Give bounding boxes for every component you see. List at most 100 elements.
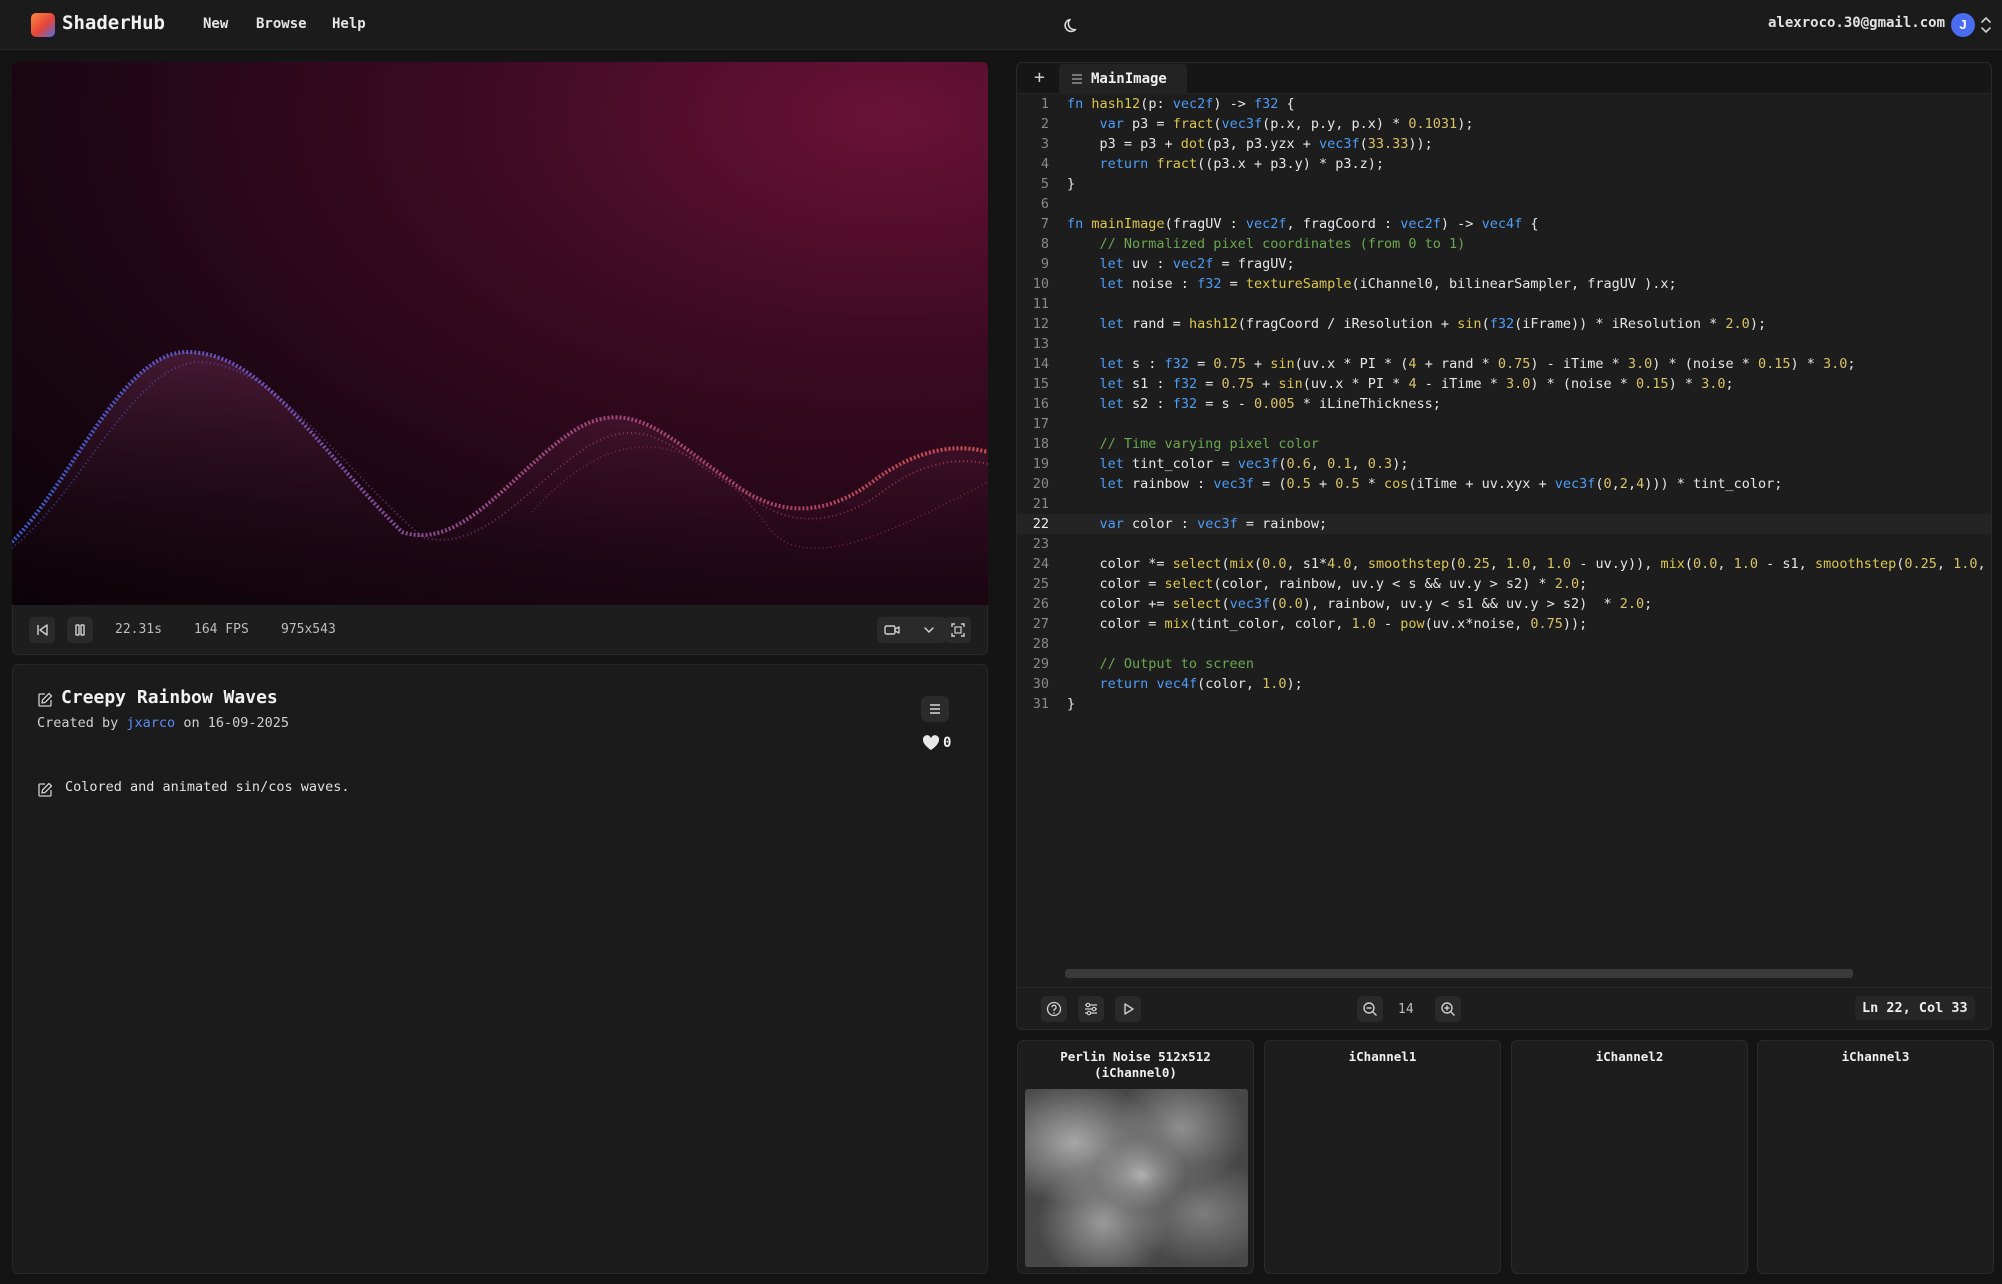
heart-icon[interactable] (922, 735, 940, 751)
code-line[interactable]: 22 var color : vec3f = rainbow; (1017, 514, 1991, 534)
code-text-area[interactable]: 1 fn hash12(p: vec2f) -> f32 {2 var p3 = … (1017, 94, 1991, 754)
code-text[interactable]: // Output to screen (1067, 654, 1254, 674)
theme-toggle-icon[interactable] (1062, 15, 1082, 35)
perlin-noise-texture[interactable] (1025, 1089, 1248, 1267)
code-text[interactable]: color = select(color, rainbow, uv.y < s … (1067, 574, 1588, 594)
code-line[interactable]: 23 (1017, 534, 1991, 554)
code-text[interactable]: return vec4f(color, 1.0); (1067, 674, 1303, 694)
code-line[interactable]: 1 fn hash12(p: vec2f) -> f32 { (1017, 94, 1991, 114)
channel-slot-3[interactable]: iChannel3 (1757, 1040, 1994, 1274)
code-text[interactable]: let s1 : f32 = 0.75 + sin(uv.x * PI * 4 … (1067, 374, 1734, 394)
code-text[interactable]: let rainbow : vec3f = (0.5 + 0.5 * cos(i… (1067, 474, 1783, 494)
video-camera-icon[interactable] (884, 623, 900, 637)
line-number: 9 (1040, 256, 1049, 272)
avatar[interactable]: J (1951, 13, 1975, 37)
code-line[interactable]: 21 (1017, 494, 1991, 514)
code-text[interactable]: var color : vec3f = rainbow; (1067, 514, 1328, 534)
help-button[interactable] (1041, 996, 1067, 1022)
line-number: 22 (1032, 516, 1049, 532)
code-text[interactable]: color += select(vec3f(0.0), rainbow, uv.… (1067, 594, 1653, 614)
line-number: 24 (1032, 556, 1049, 572)
code-line[interactable]: 3 p3 = p3 + dot(p3, p3.yzx + vec3f(33.33… (1017, 134, 1991, 154)
edit-description-icon[interactable] (37, 782, 53, 798)
code-line[interactable]: 24 color *= select(mix(0.0, s1*4.0, smoo… (1017, 554, 1991, 574)
code-line[interactable]: 4 return fract((p3.x + p3.y) * p3.z); (1017, 154, 1991, 174)
code-line[interactable]: 18 // Time varying pixel color (1017, 434, 1991, 454)
code-line[interactable]: 19 let tint_color = vec3f(0.6, 0.1, 0.3)… (1017, 454, 1991, 474)
brand-name[interactable]: ShaderHub (62, 12, 165, 34)
code-text[interactable]: let s : f32 = 0.75 + sin(uv.x * PI * (4 … (1067, 354, 1856, 374)
compile-run-button[interactable] (1115, 996, 1141, 1022)
code-line[interactable]: 29 // Output to screen (1017, 654, 1991, 674)
settings-button[interactable] (1078, 996, 1104, 1022)
code-text[interactable]: return fract((p3.x + p3.y) * p3.z); (1067, 154, 1385, 174)
shader-preview-canvas[interactable] (12, 62, 988, 605)
code-text[interactable]: color *= select(mix(0.0, s1*4.0, smooths… (1067, 554, 1986, 574)
code-text[interactable]: } (1067, 694, 1075, 714)
horizontal-scrollbar[interactable] (1065, 969, 1853, 978)
pause-button[interactable] (67, 617, 93, 643)
code-text[interactable]: let tint_color = vec3f(0.6, 0.1, 0.3); (1067, 454, 1409, 474)
code-line[interactable]: 26 color += select(vec3f(0.0), rainbow, … (1017, 594, 1991, 614)
code-line[interactable]: 13 (1017, 334, 1991, 354)
line-number: 21 (1032, 496, 1049, 512)
code-line[interactable]: 11 (1017, 294, 1991, 314)
logo-icon[interactable] (31, 13, 55, 37)
code-text[interactable]: fn hash12(p: vec2f) -> f32 { (1067, 94, 1295, 114)
code-text[interactable]: } (1067, 174, 1075, 194)
code-line[interactable]: 6 (1017, 194, 1991, 214)
font-size-value: 14 (1398, 1002, 1414, 1017)
channel-slot-2[interactable]: iChannel2 (1511, 1040, 1748, 1274)
line-number: 23 (1032, 536, 1049, 552)
chevron-down-icon[interactable] (923, 625, 935, 635)
code-text[interactable]: let noise : f32 = textureSample(iChannel… (1067, 274, 1677, 294)
tab-mainimage[interactable]: MainImage (1059, 64, 1187, 94)
code-text[interactable]: p3 = p3 + dot(p3, p3.yzx + vec3f(33.33))… (1067, 134, 1433, 154)
nav-help[interactable]: Help (332, 16, 366, 32)
code-line[interactable]: 27 color = mix(tint_color, color, 1.0 - … (1017, 614, 1991, 634)
code-line[interactable]: 14 let s : f32 = 0.75 + sin(uv.x * PI * … (1017, 354, 1991, 374)
code-line[interactable]: 15 let s1 : f32 = 0.75 + sin(uv.x * PI *… (1017, 374, 1991, 394)
restart-button[interactable] (29, 617, 55, 643)
shader-menu-button[interactable] (921, 696, 949, 722)
code-line[interactable]: 31} (1017, 694, 1991, 714)
code-text[interactable]: var p3 = fract(vec3f(p.x, p.y, p.x) * 0.… (1067, 114, 1474, 134)
code-text[interactable]: // Normalized pixel coordinates (from 0 … (1067, 234, 1466, 254)
line-number: 11 (1032, 296, 1049, 312)
zoom-out-button[interactable] (1357, 996, 1383, 1022)
code-line[interactable]: 5} (1017, 174, 1991, 194)
code-line[interactable]: 17 (1017, 414, 1991, 434)
nav-browse[interactable]: Browse (256, 16, 307, 32)
code-line[interactable]: 9 let uv : vec2f = fragUV; (1017, 254, 1991, 274)
code-text[interactable]: let rand = hash12(fragCoord / iResolutio… (1067, 314, 1767, 334)
code-line[interactable]: 10 let noise : f32 = textureSample(iChan… (1017, 274, 1991, 294)
add-tab-button[interactable]: + (1034, 67, 1045, 88)
author-link[interactable]: jxarco (126, 715, 175, 731)
code-line[interactable]: 2 var p3 = fract(vec3f(p.x, p.y, p.x) * … (1017, 114, 1991, 134)
nav-new[interactable]: New (203, 16, 228, 32)
sliders-icon (1085, 1002, 1097, 1016)
account-menu-chevron-icon[interactable] (1979, 14, 1993, 36)
code-line[interactable]: 28 (1017, 634, 1991, 654)
channel-slot-0[interactable]: Perlin Noise 512x512 (iChannel0) (1017, 1040, 1254, 1274)
user-email[interactable]: alexroco.30@gmail.com (1768, 15, 1945, 31)
code-line[interactable]: 8 // Normalized pixel coordinates (from … (1017, 234, 1991, 254)
channel-slot-1[interactable]: iChannel1 (1264, 1040, 1501, 1274)
editor-tab-bar: + MainImage (1017, 63, 1991, 94)
code-text[interactable]: let s2 : f32 = s - 0.005 * iLineThicknes… (1067, 394, 1441, 414)
code-line[interactable]: 12 let rand = hash12(fragCoord / iResolu… (1017, 314, 1991, 334)
code-line[interactable]: 20 let rainbow : vec3f = (0.5 + 0.5 * co… (1017, 474, 1991, 494)
code-line[interactable]: 7 fn mainImage(fragUV : vec2f, fragCoord … (1017, 214, 1991, 234)
code-line[interactable]: 30 return vec4f(color, 1.0); (1017, 674, 1991, 694)
code-text[interactable]: color = mix(tint_color, color, 1.0 - pow… (1067, 614, 1588, 634)
code-text[interactable]: // Time varying pixel color (1067, 434, 1319, 454)
edit-title-icon[interactable] (37, 692, 53, 708)
top-bar: ShaderHub New Browse Help alexroco.30@gm… (0, 0, 2002, 50)
fullscreen-button[interactable] (945, 617, 971, 643)
code-text[interactable]: let uv : vec2f = fragUV; (1067, 254, 1295, 274)
zoom-in-button[interactable] (1435, 996, 1461, 1022)
code-line[interactable]: 16 let s2 : f32 = s - 0.005 * iLineThick… (1017, 394, 1991, 414)
line-number: 1 (1040, 96, 1049, 112)
code-line[interactable]: 25 color = select(color, rainbow, uv.y <… (1017, 574, 1991, 594)
code-text[interactable]: fn mainImage(fragUV : vec2f, fragCoord :… (1067, 214, 1538, 234)
